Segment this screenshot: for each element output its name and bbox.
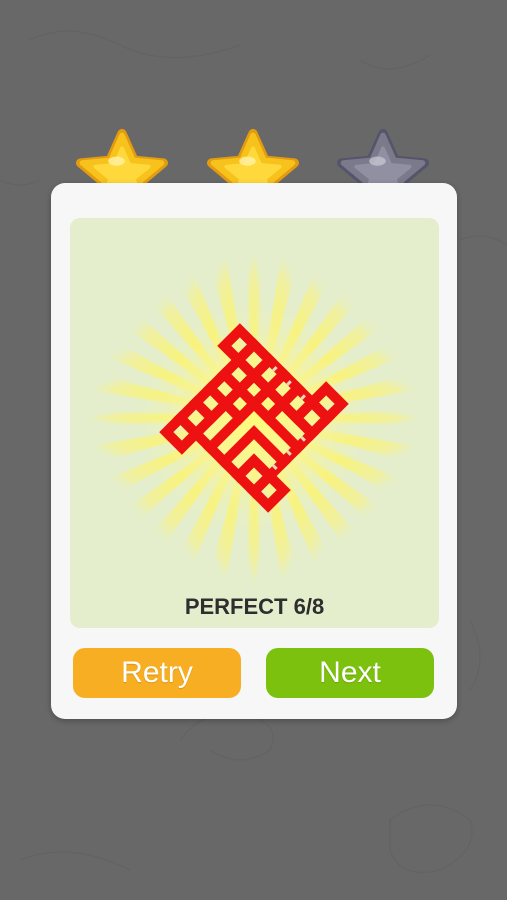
- result-panel: PERFECT 6/8: [70, 218, 439, 628]
- sunburst-illustration: PERFECT 6/8: [79, 243, 429, 619]
- result-card: PERFECT 6/8 Retry Next: [51, 183, 457, 719]
- retry-label: Retry: [121, 656, 193, 689]
- retry-button[interactable]: Retry: [73, 648, 241, 698]
- result-label: PERFECT 6/8: [185, 594, 324, 619]
- next-button[interactable]: Next: [266, 648, 434, 698]
- next-label: Next: [319, 656, 381, 689]
